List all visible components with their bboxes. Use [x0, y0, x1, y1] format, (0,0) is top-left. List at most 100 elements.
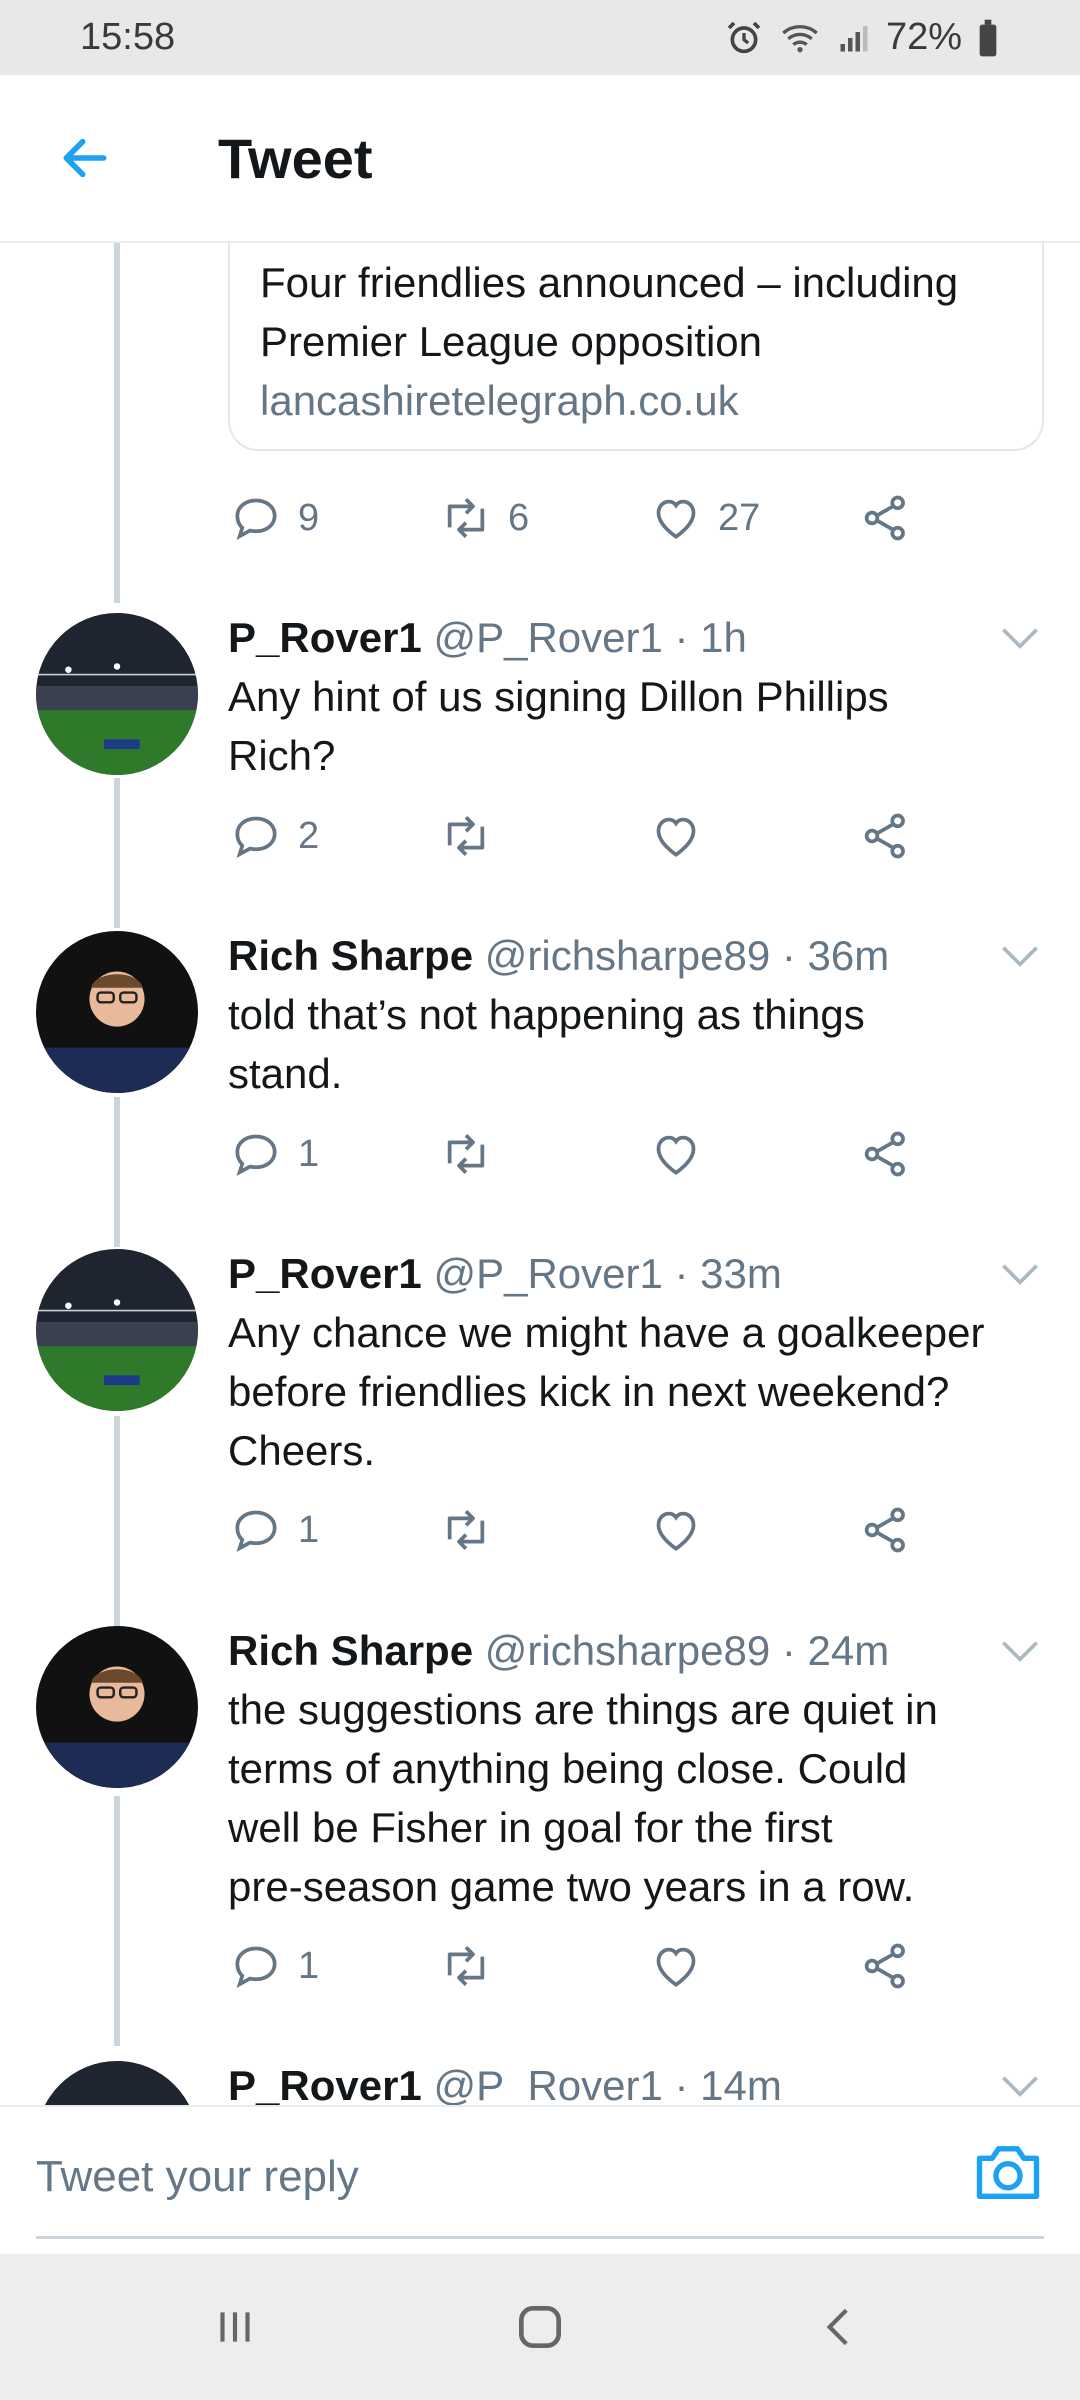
chevron-down-icon[interactable]	[1000, 1638, 1040, 1664]
tweet-header: P_Rover1 @P_Rover1 · 1h	[228, 613, 747, 663]
back-nav-button[interactable]	[800, 2292, 880, 2362]
reply-button[interactable]: 9	[228, 483, 319, 553]
user-name[interactable]: P_Rover1	[228, 614, 422, 661]
share-button[interactable]	[858, 801, 914, 871]
like-button[interactable]: 27	[648, 483, 760, 553]
status-icons: 72%	[724, 16, 1000, 59]
tweet-actions: 9 6 27	[228, 483, 928, 553]
share-icon	[864, 495, 905, 541]
avatar[interactable]	[36, 1249, 198, 1411]
camera-icon[interactable]	[970, 2133, 1046, 2209]
tweet-header: P_Rover1 @P_Rover1 · 14m	[228, 2061, 782, 2105]
tweet-text-line: stand.	[228, 1050, 343, 1097]
back-button[interactable]	[0, 74, 170, 242]
app-header: Tweet	[0, 75, 1080, 243]
avatar[interactable]	[36, 2061, 198, 2105]
tweet-text: Any hint of us signing Dillon Phillips R…	[228, 667, 1048, 785]
retweet-icon	[447, 1510, 485, 1550]
tweet-text: told that’s not happening as things stan…	[228, 985, 1048, 1103]
reply-count: 1	[298, 1132, 320, 1175]
share-button[interactable]	[858, 1495, 914, 1565]
tweet-text-line: pre-season game two years in a row.	[228, 1863, 915, 1910]
reply-button[interactable]: 1	[228, 1495, 319, 1565]
tweet-actions: 1	[228, 1931, 928, 2001]
tweet-thread[interactable]: Four friendlies announced – including Pr…	[0, 243, 1080, 2105]
recent-apps-icon	[220, 2312, 250, 2342]
share-icon	[864, 1507, 905, 1553]
user-name[interactable]: Rich Sharpe	[228, 932, 473, 979]
retweet-button[interactable]	[438, 801, 494, 871]
link-card-domain: lancashiretelegraph.co.uk	[260, 377, 739, 424]
retweet-icon	[447, 1946, 485, 1986]
status-time: 15:58	[80, 16, 176, 58]
chevron-down-icon[interactable]	[1000, 2073, 1040, 2099]
thread-line	[114, 243, 120, 603]
user-handle-time: @richsharpe89 · 24m	[484, 1627, 890, 1674]
user-name[interactable]: P_Rover1	[228, 1250, 422, 1297]
profile-photo	[36, 1626, 198, 1788]
page-title: Tweet	[218, 126, 373, 190]
reply-icon	[235, 1946, 277, 1989]
retweet-button[interactable]	[438, 1931, 494, 2001]
like-button[interactable]	[648, 1931, 704, 2001]
retweet-icon	[447, 816, 485, 856]
avatar[interactable]	[36, 613, 198, 775]
tweet-header: Rich Sharpe @richsharpe89 · 24m	[228, 1626, 889, 1676]
tweet-header: P_Rover1 @P_Rover1 · 33m	[228, 1249, 782, 1299]
tweet-actions: 1	[228, 1495, 928, 1565]
retweet-button[interactable]	[438, 1119, 494, 1189]
tweet-text: Any chance we might have a goalkeeper be…	[228, 1303, 1048, 1480]
chevron-down-icon[interactable]	[1000, 943, 1040, 969]
status-bar: 15:58 72%	[0, 0, 1080, 75]
tweet-actions: 2	[228, 801, 928, 871]
retweet-button[interactable]: 6	[438, 483, 529, 553]
tweet-text-line: well be Fisher in goal for the first	[228, 1804, 833, 1851]
reply-button[interactable]: 1	[228, 1931, 319, 2001]
battery-icon	[979, 19, 997, 56]
user-name[interactable]: P_Rover1	[228, 2062, 422, 2105]
like-button[interactable]	[648, 1495, 704, 1565]
avatar[interactable]	[36, 1626, 198, 1788]
thread-line	[114, 1796, 120, 2046]
user-name[interactable]: Rich Sharpe	[228, 1627, 473, 1674]
link-card-title: Premier League opposition	[260, 318, 762, 365]
reply-button[interactable]: 1	[228, 1119, 319, 1189]
share-button[interactable]	[858, 1931, 914, 2001]
link-preview-card[interactable]: Four friendlies announced – including Pr…	[228, 243, 1044, 451]
reply-count: 1	[298, 1508, 320, 1551]
like-button[interactable]	[648, 801, 704, 871]
recent-apps-button[interactable]	[195, 2292, 275, 2362]
retweet-icon	[447, 1134, 485, 1174]
heart-icon	[656, 817, 696, 857]
like-button[interactable]	[648, 1119, 704, 1189]
home-button[interactable]	[500, 2292, 580, 2362]
share-button[interactable]	[858, 1119, 914, 1189]
reply-count: 1	[298, 1944, 320, 1987]
tweet-header: Rich Sharpe @richsharpe89 · 36m	[228, 931, 889, 981]
retweet-button[interactable]	[438, 1495, 494, 1565]
system-navigation-bar	[0, 2254, 1080, 2400]
tweet-text-line: Rich?	[228, 732, 336, 779]
chevron-left-icon	[826, 2308, 848, 2346]
reply-input[interactable]: Tweet your reply	[36, 2147, 936, 2207]
share-button[interactable]	[858, 483, 914, 553]
tweet-text-line: Any chance we might have a goalkeeper	[228, 1309, 985, 1356]
tweet-text-line: told that’s not happening as things	[228, 991, 865, 1038]
home-icon	[519, 2306, 561, 2348]
user-handle-time: @richsharpe89 · 36m	[484, 932, 890, 979]
chevron-down-icon[interactable]	[1000, 625, 1040, 651]
stadium-photo	[36, 2061, 198, 2105]
stadium-photo	[36, 613, 198, 775]
retweet-count: 6	[508, 496, 530, 539]
avatar[interactable]	[36, 931, 198, 1093]
chevron-down-icon[interactable]	[1000, 1261, 1040, 1287]
reply-button[interactable]: 2	[228, 801, 319, 871]
user-handle-time: @P_Rover1 · 14m	[433, 2062, 782, 2105]
thread-line	[114, 778, 120, 928]
user-handle-time: @P_Rover1 · 1h	[433, 614, 747, 661]
like-count: 27	[718, 496, 761, 539]
battery-percent: 72%	[885, 16, 962, 58]
tweet-text-line: terms of anything being close. Could	[228, 1745, 908, 1792]
tweet-text-line: the suggestions are things are quiet in	[228, 1686, 938, 1733]
signal-icon	[840, 25, 868, 51]
